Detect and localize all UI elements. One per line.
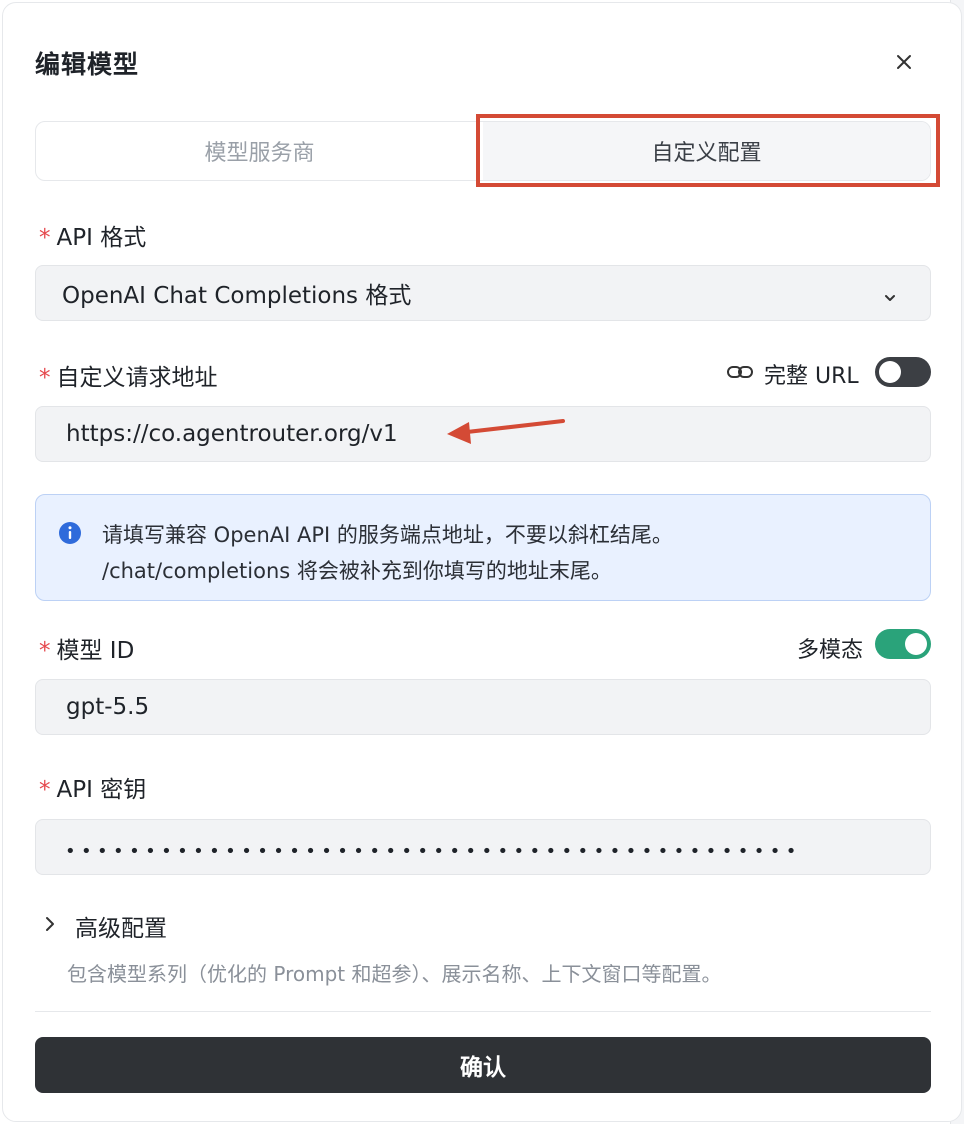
- confirm-button[interactable]: 确认: [35, 1037, 931, 1093]
- multimodal-label: 多模态: [797, 638, 864, 663]
- divider: [35, 1011, 931, 1012]
- endpoint-label-text: 自定义请求地址: [56, 365, 218, 391]
- api-key-label-text: API 密钥: [56, 777, 147, 803]
- model-id-input[interactable]: gpt-5.5: [35, 679, 931, 735]
- chevron-right-icon[interactable]: [43, 915, 57, 937]
- required-mark: *: [39, 225, 51, 251]
- full-url-label: 完整 URL: [764, 364, 859, 389]
- api-key-masked-value: ••••••••••••••••••••••••••••••••••••••••…: [65, 841, 802, 862]
- link-icon: [726, 361, 754, 387]
- chevron-down-icon: [882, 286, 898, 312]
- info-line-2: /chat/completions 将会被补充到你填写的地址末尾。: [102, 559, 612, 583]
- toggle-knob: [879, 361, 901, 383]
- api-format-select[interactable]: OpenAI Chat Completions 格式: [35, 265, 931, 321]
- arrow-annotation: [439, 413, 569, 453]
- info-icon: [58, 521, 82, 549]
- required-mark: *: [39, 365, 51, 391]
- dialog-title: 编辑模型: [35, 50, 140, 79]
- model-id-label: * 模型 ID: [39, 631, 134, 665]
- close-icon[interactable]: [889, 47, 919, 77]
- endpoint-label: * 自定义请求地址: [39, 358, 218, 392]
- advanced-config-description: 包含模型系列（优化的 Prompt 和超参）、展示名称、上下文窗口等配置。: [67, 962, 722, 986]
- multimodal-toggle[interactable]: [875, 629, 931, 659]
- advanced-config-toggle[interactable]: 高级配置: [75, 909, 167, 943]
- edit-model-dialog: 编辑模型 模型服务商 自定义配置 * API 格式 OpenAI Chat Com…: [2, 2, 962, 1122]
- info-line-1: 请填写兼容 OpenAI API 的服务端点地址，不要以斜杠结尾。: [102, 523, 673, 547]
- required-mark: *: [39, 638, 51, 664]
- tab-custom-config[interactable]: 自定义配置: [483, 122, 930, 180]
- full-url-toggle[interactable]: [875, 357, 931, 387]
- model-id-input-value: gpt-5.5: [66, 694, 150, 720]
- info-callout: 请填写兼容 OpenAI API 的服务端点地址，不要以斜杠结尾。 /chat/…: [35, 494, 931, 601]
- tab-model-provider[interactable]: 模型服务商: [36, 122, 483, 180]
- api-format-selected-value: OpenAI Chat Completions 格式: [62, 283, 412, 309]
- tab-bar: 模型服务商 自定义配置: [35, 121, 931, 181]
- required-mark: *: [39, 777, 51, 803]
- api-format-label-text: API 格式: [56, 225, 147, 251]
- toggle-knob: [905, 633, 927, 655]
- api-format-label: * API 格式: [39, 218, 146, 252]
- model-id-label-text: 模型 ID: [56, 638, 135, 664]
- api-key-label: * API 密钥: [39, 770, 146, 804]
- endpoint-input-value: https://co.agentrouter.org/v1: [66, 421, 398, 447]
